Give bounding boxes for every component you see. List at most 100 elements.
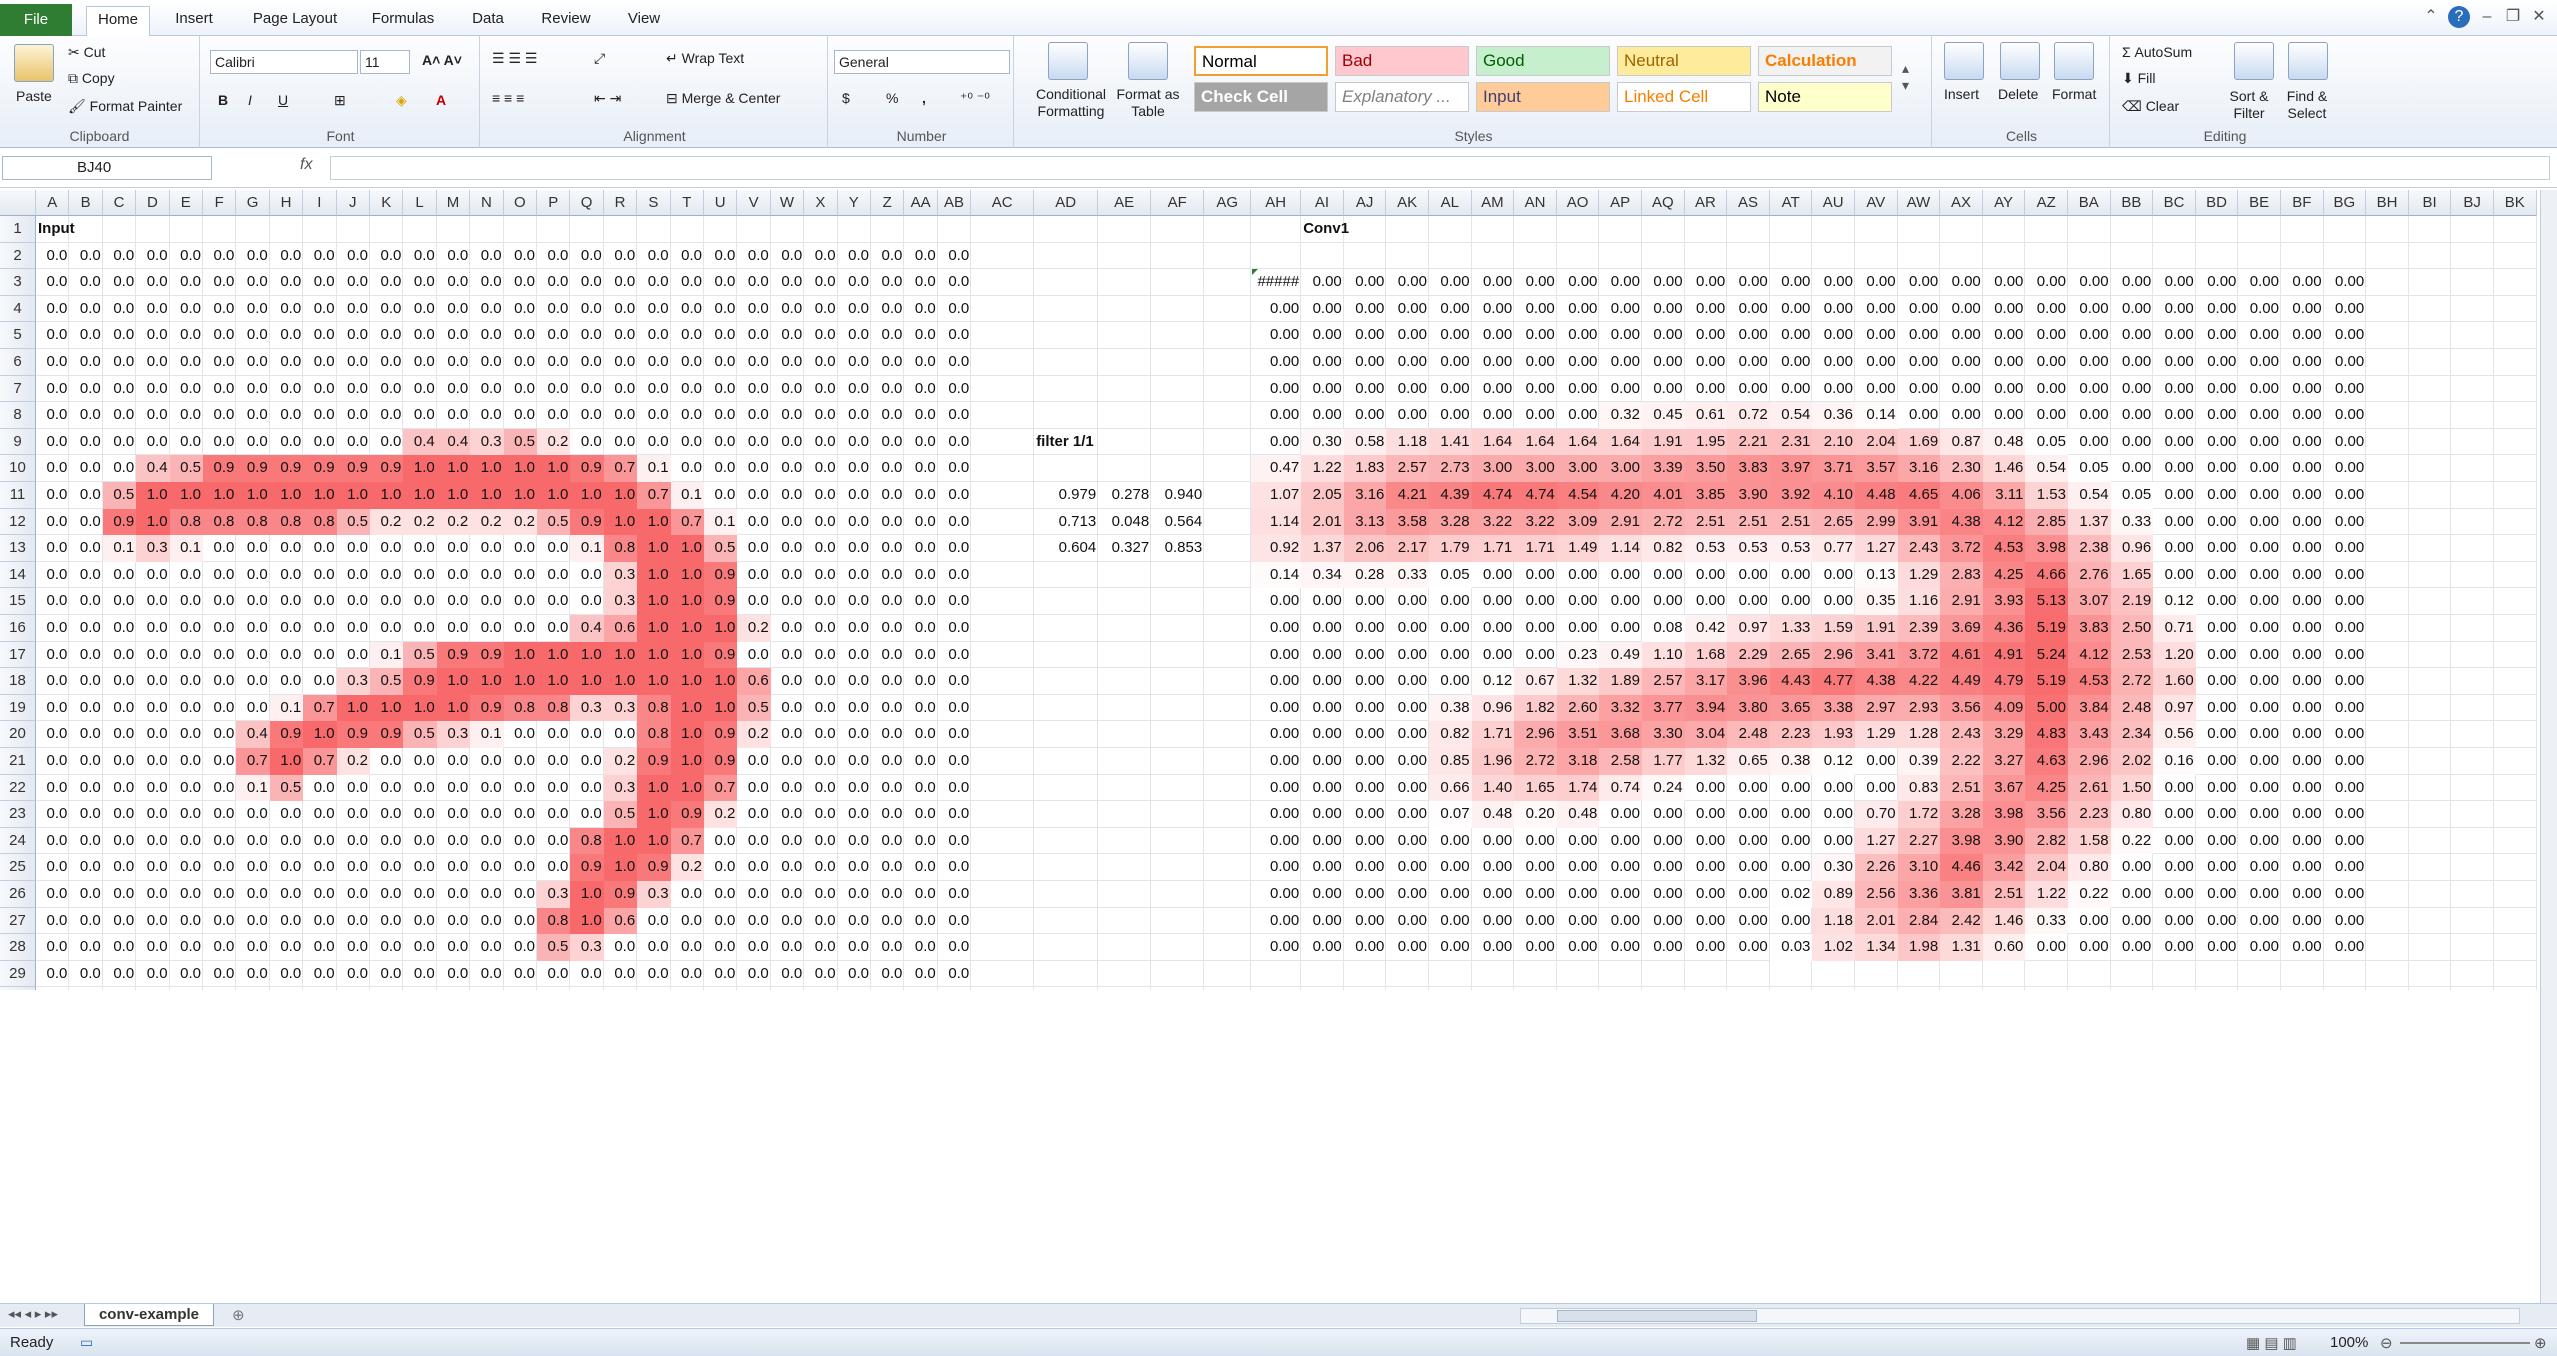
conv-cell[interactable]: 0.00 bbox=[2238, 721, 2281, 748]
conv-cell[interactable]: 0.00 bbox=[2238, 322, 2281, 349]
conv-cell[interactable]: 2.96 bbox=[1812, 641, 1855, 669]
conv-cell[interactable]: 0.00 bbox=[1770, 775, 1813, 802]
conv-cell[interactable]: 0.53 bbox=[1727, 535, 1770, 562]
column-header[interactable]: BG bbox=[2323, 190, 2367, 216]
conv-cell[interactable]: 1.64 bbox=[1599, 428, 1642, 456]
conv-cell[interactable]: 1.27 bbox=[1855, 827, 1898, 855]
input-cell[interactable]: 0.0 bbox=[938, 243, 971, 270]
input-cell[interactable]: 0.0 bbox=[470, 535, 503, 562]
conv-cell[interactable]: 0.00 bbox=[1642, 349, 1685, 376]
input-cell[interactable]: 0.0 bbox=[303, 588, 336, 615]
input-cell[interactable]: 0.0 bbox=[604, 961, 637, 988]
conv-cell[interactable]: 0.00 bbox=[1940, 376, 1983, 403]
column-header[interactable]: BF bbox=[2281, 190, 2324, 216]
column-header[interactable]: W bbox=[770, 190, 805, 216]
fill-button[interactable]: ⬇ Fill bbox=[2122, 70, 2156, 87]
input-cell[interactable]: 0.0 bbox=[704, 854, 737, 881]
conv-cell[interactable]: 2.58 bbox=[1599, 748, 1642, 775]
input-cell[interactable]: 0.0 bbox=[637, 296, 670, 323]
conv-cell[interactable]: 3.69 bbox=[1940, 615, 1983, 642]
input-cell[interactable]: 0.0 bbox=[904, 562, 937, 589]
input-cell[interactable]: 0.0 bbox=[804, 748, 837, 775]
filter-cell[interactable]: 0.713 bbox=[1034, 509, 1098, 536]
input-cell[interactable]: 0.1 bbox=[670, 482, 704, 509]
input-cell[interactable]: 0.0 bbox=[871, 402, 904, 429]
sort-filter-icon[interactable] bbox=[2234, 42, 2274, 80]
conv-cell[interactable]: 2.84 bbox=[1897, 907, 1941, 935]
conv-cell[interactable]: 0.00 bbox=[2324, 296, 2367, 323]
conv-cell[interactable]: 3.50 bbox=[1684, 455, 1728, 482]
input-cell[interactable]: 0.0 bbox=[69, 562, 102, 589]
tab-page-layout[interactable]: Page Layout bbox=[240, 6, 350, 34]
input-cell[interactable]: 0.0 bbox=[470, 775, 503, 802]
conv-cell[interactable]: 0.00 bbox=[2238, 562, 2281, 589]
conv-cell[interactable]: 2.51 bbox=[1982, 881, 2026, 908]
conv-cell[interactable]: 0.00 bbox=[1599, 296, 1642, 323]
input-cell[interactable]: 1.0 bbox=[570, 668, 604, 695]
conv-cell[interactable]: 3.96 bbox=[1727, 668, 1770, 695]
conv-cell[interactable]: 0.47 bbox=[1251, 455, 1302, 482]
conv-cell[interactable]: 0.56 bbox=[2153, 721, 2196, 748]
input-cell[interactable]: 0.0 bbox=[671, 402, 704, 429]
conv-cell[interactable]: 0.00 bbox=[2238, 402, 2281, 429]
conv-cell[interactable]: 0.00 bbox=[1386, 695, 1429, 722]
input-cell[interactable]: 0.0 bbox=[36, 695, 69, 722]
conv-cell[interactable]: 0.00 bbox=[1812, 588, 1855, 615]
conv-cell[interactable]: 0.00 bbox=[1344, 695, 1387, 722]
input-cell[interactable]: 0.1 bbox=[470, 721, 504, 748]
number-format-combo[interactable]: General bbox=[834, 50, 1010, 74]
conv-cell[interactable]: 0.00 bbox=[1983, 402, 2026, 429]
input-cell[interactable]: 0.0 bbox=[604, 269, 637, 296]
conv-cell[interactable]: 0.00 bbox=[2324, 376, 2367, 403]
input-cell[interactable]: 1.0 bbox=[236, 482, 270, 509]
conv-cell[interactable]: 4.54 bbox=[1556, 482, 1600, 509]
input-cell[interactable]: 0.2 bbox=[503, 508, 537, 536]
italic-button[interactable]: I bbox=[248, 92, 252, 108]
conv-cell[interactable]: 0.00 bbox=[2196, 269, 2239, 296]
conv-cell[interactable]: 2.38 bbox=[2068, 535, 2111, 562]
conv-cell[interactable]: 0.00 bbox=[1940, 269, 1983, 296]
input-cell[interactable]: 0.0 bbox=[36, 509, 69, 536]
input-cell[interactable]: 0.0 bbox=[203, 828, 236, 855]
input-cell[interactable]: 0.0 bbox=[671, 881, 704, 908]
input-cell[interactable]: 0.0 bbox=[203, 243, 236, 270]
input-cell[interactable]: 0.0 bbox=[36, 269, 69, 296]
conv-cell[interactable]: 0.00 bbox=[1557, 322, 1600, 349]
input-cell[interactable]: 0.0 bbox=[403, 934, 436, 961]
currency-button[interactable]: $ bbox=[842, 90, 850, 106]
conv-cell[interactable]: 1.71 bbox=[1471, 535, 1515, 562]
input-cell[interactable]: 0.0 bbox=[437, 615, 470, 642]
conv-cell[interactable]: 1.14 bbox=[1599, 535, 1642, 562]
conv-cell[interactable]: 0.23 bbox=[1556, 641, 1600, 669]
input-cell[interactable]: 0.0 bbox=[370, 588, 403, 615]
conv-cell[interactable]: 1.95 bbox=[1684, 428, 1728, 456]
input-cell[interactable]: 0.0 bbox=[203, 668, 236, 695]
input-cell[interactable]: 0.0 bbox=[938, 721, 971, 748]
conv-cell[interactable]: 4.48 bbox=[1855, 482, 1898, 509]
column-header[interactable]: AT bbox=[1769, 190, 1813, 216]
input-cell[interactable]: 0.0 bbox=[170, 402, 203, 429]
input-cell[interactable]: 0.0 bbox=[504, 828, 537, 855]
input-cell[interactable]: 0.0 bbox=[69, 269, 102, 296]
input-cell[interactable]: 0.0 bbox=[203, 349, 236, 376]
input-cell[interactable]: 0.0 bbox=[69, 721, 102, 748]
conv-cell[interactable]: 0.00 bbox=[1344, 402, 1387, 429]
conv-cell[interactable]: 3.00 bbox=[1556, 455, 1600, 482]
orientation-icon[interactable]: ⤢ bbox=[594, 50, 605, 67]
input-cell[interactable]: 0.9 bbox=[570, 854, 604, 881]
conv-cell[interactable]: 0.00 bbox=[2196, 934, 2239, 961]
conv-cell[interactable]: 0.00 bbox=[1855, 775, 1898, 802]
input-cell[interactable]: 0.0 bbox=[36, 535, 69, 562]
input-cell[interactable]: 1.0 bbox=[403, 694, 437, 722]
conv-cell[interactable]: 3.13 bbox=[1343, 508, 1387, 536]
input-cell[interactable]: 0.0 bbox=[203, 881, 236, 908]
conv-cell[interactable]: 3.27 bbox=[1982, 748, 2026, 775]
conv-cell[interactable]: 4.12 bbox=[2068, 641, 2111, 669]
input-cell[interactable]: 0.0 bbox=[303, 322, 336, 349]
input-cell[interactable]: 0.6 bbox=[737, 668, 771, 695]
cell-style-explanatory[interactable]: Explanatory ... bbox=[1335, 82, 1469, 112]
conv-cell[interactable]: 0.00 bbox=[1983, 349, 2026, 376]
tab-insert[interactable]: Insert bbox=[162, 6, 226, 34]
column-header[interactable]: R bbox=[603, 190, 638, 216]
input-cell[interactable]: 0.0 bbox=[36, 828, 69, 855]
